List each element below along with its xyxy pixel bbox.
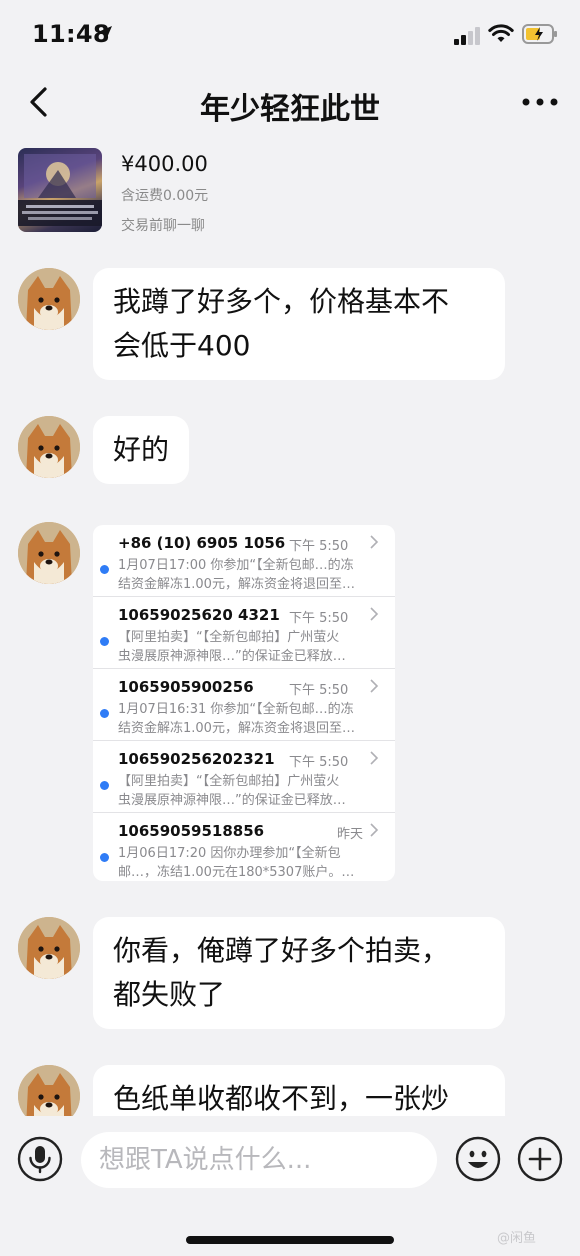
sms-preview-line: 1月07日16:31 你参加“【全新包邮…的冻	[118, 702, 354, 717]
sms-preview-line: 1月06日17:20 因你办理参加“【全新包	[118, 846, 341, 861]
sms-preview-line: 邮…，冻结1.00元在180*5307账户。…	[118, 865, 355, 880]
avatar[interactable]	[18, 917, 80, 979]
sms-sender: 10659025620 4321	[118, 606, 280, 624]
message-line: 都失败了	[113, 978, 226, 1011]
product-price: ¥400.00	[121, 152, 208, 176]
sms-list-item: 106590256202321 下午 5:50 【阿里拍卖】“【全新包邮拍】广州…	[93, 741, 395, 813]
sms-list-item: 1065905900256 下午 5:50 1月07日16:31 你参加“【全新…	[93, 669, 395, 741]
wifi-icon	[488, 24, 514, 42]
message-line: 好的	[113, 433, 170, 466]
product-card[interactable]: ¥400.00 含运费0.00元 交易前聊一聊	[0, 140, 580, 246]
shiba-dog-avatar-icon	[18, 268, 80, 330]
input-bar: @闲鱼	[0, 1116, 580, 1256]
product-artwork-image	[18, 154, 102, 226]
location-arrow-icon	[98, 26, 112, 40]
sms-time: 下午 5:50	[289, 539, 349, 554]
shipping-fee: 含运费0.00元	[121, 188, 209, 204]
emoji-button[interactable]	[455, 1136, 501, 1182]
message-bubble[interactable]: 我蹲了好多个，价格基本不 会低于400	[93, 268, 505, 380]
page-title: 年少轻狂此世	[200, 92, 380, 127]
chevron-right-icon	[370, 823, 379, 837]
unread-dot-icon	[100, 565, 109, 574]
sms-sender: 10659059518856	[118, 822, 265, 840]
avatar[interactable]	[18, 416, 80, 478]
sms-preview-line: 【阿里拍卖】“【全新包邮拍】广州萤火	[118, 774, 340, 789]
more-options-button[interactable]	[518, 82, 562, 122]
message-bubble[interactable]: 你看，俺蹲了好多个拍卖， 都失败了	[93, 917, 505, 1029]
navigation-bar: 年少轻狂此世	[0, 70, 580, 134]
sms-time: 昨天	[336, 827, 363, 842]
image-message[interactable]: +86 (10) 6905 1056 下午 5:50 1月07日17:00 你参…	[93, 525, 395, 881]
sms-preview-line: 虫漫展原神源神限…”的保证金已释放…	[118, 793, 346, 808]
sms-list-item: +86 (10) 6905 1056 下午 5:50 1月07日17:00 你参…	[93, 525, 395, 597]
chevron-right-icon	[370, 535, 379, 549]
sms-preview-line: 结资金解冻1.00元，解冻资金将退回至…	[118, 577, 355, 592]
avatar[interactable]	[18, 268, 80, 330]
product-thumbnail[interactable]	[18, 148, 102, 232]
shiba-dog-avatar-icon	[18, 522, 80, 584]
message-line: 你看，俺蹲了好多个拍卖，	[113, 934, 450, 967]
unread-dot-icon	[100, 709, 109, 718]
sms-list-item: 10659059518856 昨天 1月06日17:20 因你办理参加“【全新包…	[93, 813, 395, 881]
chevron-right-icon	[370, 679, 379, 693]
sms-list-item: 10659025620 4321 下午 5:50 【阿里拍卖】“【全新包邮拍】广…	[93, 597, 395, 669]
chat-hint: 交易前聊一聊	[121, 218, 205, 234]
message-input[interactable]	[81, 1132, 437, 1188]
message-line: 我蹲了好多个，价格基本不	[113, 285, 450, 318]
sms-sender: 1065905900256	[118, 678, 254, 696]
chat-thread[interactable]: 我蹲了好多个，价格基本不 会低于400 好的 +86 (10) 6905 105…	[0, 250, 580, 1116]
status-bar: 11:48	[0, 0, 580, 70]
sms-preview-line: 1月07日17:00 你参加“【全新包邮…的冻	[118, 558, 354, 573]
message-bubble[interactable]: 色纸单收都收不到，一张炒	[93, 1065, 505, 1116]
sms-time: 下午 5:50	[289, 683, 349, 698]
sms-preview-line: 结资金解冻1.00元，解冻资金将退回至…	[118, 721, 355, 736]
message-bubble[interactable]: 好的	[93, 416, 190, 484]
sms-preview-line: 虫漫展原神源神限…”的保证金已释放…	[118, 649, 346, 664]
chevron-right-icon	[370, 607, 379, 621]
message-line: 会低于400	[113, 329, 251, 362]
message-line: 色纸单收都收不到，一张炒	[113, 1082, 450, 1115]
avatar[interactable]	[18, 522, 80, 584]
avatar[interactable]	[18, 1065, 80, 1116]
sms-sender: +86 (10) 6905 1056	[118, 534, 286, 552]
voice-input-button[interactable]	[17, 1136, 63, 1182]
shiba-dog-avatar-icon	[18, 416, 80, 478]
watermark: @闲鱼	[497, 1231, 537, 1246]
unread-dot-icon	[100, 781, 109, 790]
chevron-right-icon	[370, 751, 379, 765]
sms-time: 下午 5:50	[289, 755, 349, 770]
battery-charging-icon	[522, 24, 557, 44]
cellular-signal-icon	[454, 27, 480, 45]
home-indicator	[186, 1236, 394, 1244]
sms-sender: 106590256202321	[118, 750, 275, 768]
add-attachment-button[interactable]	[517, 1136, 563, 1182]
shiba-dog-avatar-icon	[18, 917, 80, 979]
unread-dot-icon	[100, 853, 109, 862]
shiba-dog-avatar-icon	[18, 1065, 80, 1116]
unread-dot-icon	[100, 637, 109, 646]
sms-preview-line: 【阿里拍卖】“【全新包邮拍】广州萤火	[118, 630, 340, 645]
sms-time: 下午 5:50	[289, 611, 349, 626]
